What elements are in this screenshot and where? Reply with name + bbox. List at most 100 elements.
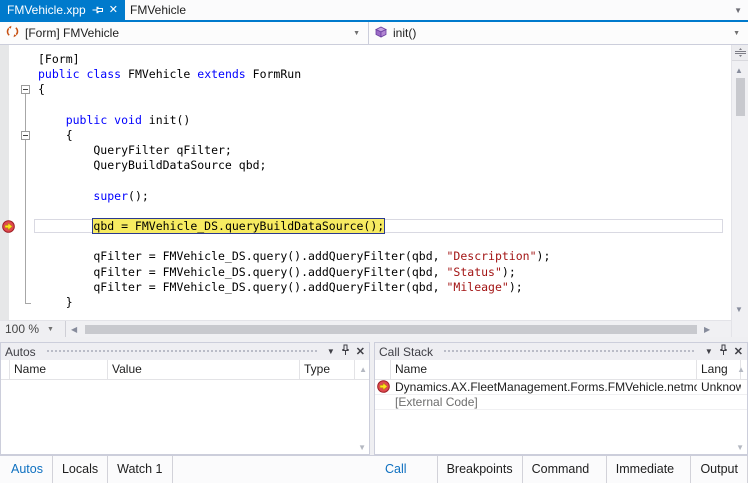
editor-vertical-scrollbar[interactable]: ▲ ▼ bbox=[731, 45, 748, 337]
code-text-area: [Form]public class FMVehicle extends For… bbox=[0, 52, 731, 310]
scroll-left-icon[interactable]: ◀ bbox=[71, 325, 77, 334]
tool-window-tab-bar: AutosLocalsWatch 1 Call StackBreakpoints… bbox=[0, 455, 748, 483]
code-line[interactable]: { bbox=[0, 128, 731, 143]
window-menu-chevron-icon[interactable]: ▼ bbox=[705, 347, 713, 356]
scroll-up-icon[interactable]: ▲ bbox=[737, 365, 745, 374]
scroll-down-icon[interactable]: ▼ bbox=[736, 443, 744, 452]
zoom-level-value: 100 % bbox=[5, 322, 39, 336]
pin-icon[interactable] bbox=[719, 344, 728, 359]
method-icon bbox=[375, 26, 387, 41]
scroll-up-icon[interactable]: ▲ bbox=[359, 365, 367, 374]
scroll-down-icon[interactable]: ▼ bbox=[735, 305, 743, 314]
code-segment: qFilter = FMVehicle_DS.query().addQueryF… bbox=[38, 249, 447, 263]
tool-tab-autos[interactable]: Autos bbox=[2, 456, 53, 483]
autos-panel-titlebar[interactable]: Autos ▼ ✕ bbox=[1, 343, 369, 360]
code-line[interactable]: QueryFilter qFilter; bbox=[0, 143, 731, 158]
tab-list-chevron-down-icon[interactable]: ▼ bbox=[734, 6, 742, 15]
code-line[interactable]: [Form] bbox=[0, 52, 731, 67]
column-header-type[interactable]: Type bbox=[300, 360, 355, 379]
right-tool-tabs: Call StackBreakpointsCommand Wi...Immedi… bbox=[376, 456, 748, 483]
horizontal-scroll-thumb[interactable] bbox=[85, 325, 697, 334]
code-line[interactable] bbox=[0, 234, 731, 249]
callstack-panel: Call Stack ▼ ✕ NameLang▲ Dynamics.AX.Flee… bbox=[374, 342, 748, 455]
tool-tab-call-stack[interactable]: Call Stack bbox=[376, 456, 438, 483]
editor-horizontal-scrollbar[interactable]: 100 % ▼ ◀ ▶ bbox=[0, 320, 731, 337]
callstack-grid: NameLang▲ Dynamics.AX.FleetManagement.For… bbox=[375, 360, 747, 410]
code-line[interactable]: qFilter = FMVehicle_DS.query().addQueryF… bbox=[0, 249, 731, 264]
vertical-scroll-thumb[interactable] bbox=[736, 78, 745, 116]
autos-grid: NameValueType ▲ bbox=[1, 360, 369, 380]
column-header-name[interactable]: Name bbox=[10, 360, 108, 379]
column-header-name[interactable]: Name bbox=[391, 360, 697, 379]
minus-glyph bbox=[23, 135, 28, 136]
table-row[interactable]: Dynamics.AX.FleetManagement.Forms.FMVehi… bbox=[375, 380, 747, 395]
code-segment: { bbox=[38, 82, 45, 96]
code-segment: (); bbox=[128, 189, 149, 203]
scroll-down-icon[interactable]: ▼ bbox=[358, 443, 366, 452]
code-line[interactable]: QueryBuildDataSource qbd; bbox=[0, 158, 731, 173]
splitter-grip-icon[interactable] bbox=[732, 45, 748, 61]
collapse-minus-icon[interactable] bbox=[21, 131, 30, 140]
chevron-down-icon: ▼ bbox=[47, 326, 54, 333]
code-line[interactable] bbox=[0, 204, 731, 219]
code-line[interactable]: } bbox=[0, 295, 731, 310]
grid-header-row: NameValueType ▲ bbox=[1, 360, 369, 380]
code-segment: [Form] bbox=[38, 52, 80, 66]
member-dropdown[interactable]: init() ▼ bbox=[369, 22, 748, 44]
code-line[interactable] bbox=[0, 98, 731, 113]
code-segment: qFilter = FMVehicle_DS.query().addQueryF… bbox=[38, 265, 447, 279]
code-segment: super bbox=[93, 189, 128, 203]
grid-gutter bbox=[375, 360, 391, 379]
callstack-panel-titlebar[interactable]: Call Stack ▼ ✕ bbox=[375, 343, 747, 360]
scroll-up-icon[interactable]: ▲ bbox=[735, 66, 743, 75]
code-segment: FormRun bbox=[253, 67, 301, 81]
table-row[interactable]: [External Code] bbox=[375, 395, 747, 410]
code-segment: public void bbox=[66, 113, 149, 127]
code-line[interactable]: public class FMVehicle extends FormRun bbox=[0, 67, 731, 82]
scroll-right-icon[interactable]: ▶ bbox=[704, 325, 710, 334]
autos-panel: Autos ▼ ✕ NameValueType ▲ ▼ bbox=[0, 342, 370, 455]
code-segment: } bbox=[38, 295, 73, 309]
current-frame-icon bbox=[377, 382, 390, 395]
code-line[interactable]: { bbox=[0, 82, 731, 97]
type-dropdown[interactable]: [Form] FMVehicle ▼ bbox=[0, 22, 369, 44]
code-line[interactable] bbox=[0, 174, 731, 189]
code-editor[interactable]: [Form]public class FMVehicle extends For… bbox=[0, 45, 731, 320]
type-dropdown-value: [Form] FMVehicle bbox=[25, 26, 119, 40]
code-segment: "Status" bbox=[447, 265, 502, 279]
code-line[interactable]: super(); bbox=[0, 189, 731, 204]
titlebar-grip bbox=[443, 349, 695, 354]
code-segment: ); bbox=[537, 249, 551, 263]
window-menu-chevron-icon[interactable]: ▼ bbox=[327, 347, 335, 356]
close-icon[interactable]: ✕ bbox=[734, 345, 743, 358]
titlebar-grip bbox=[46, 349, 317, 354]
tool-tab-locals[interactable]: Locals bbox=[53, 456, 108, 483]
editor-zoom-control[interactable]: 100 % ▼ bbox=[0, 321, 66, 337]
vs-debugger-window: FMVehicle.xpp ✕ FMVehicle ▼ [Form] FMVeh… bbox=[0, 0, 748, 483]
column-header-lang[interactable]: Lang bbox=[697, 360, 741, 379]
pin-icon[interactable] bbox=[91, 6, 103, 15]
code-segment: extends bbox=[197, 67, 252, 81]
code-line[interactable]: qbd = FMVehicle_DS.queryBuildDataSource(… bbox=[0, 219, 731, 234]
code-line[interactable]: qFilter = FMVehicle_DS.query().addQueryF… bbox=[0, 265, 731, 280]
tool-tab-command-wi[interactable]: Command Wi... bbox=[523, 456, 607, 483]
close-icon[interactable]: ✕ bbox=[356, 345, 365, 358]
tool-tab-immediate-wi[interactable]: Immediate Wi... bbox=[607, 456, 692, 483]
tool-tab-breakpoints[interactable]: Breakpoints bbox=[438, 456, 523, 483]
column-header-value[interactable]: Value bbox=[108, 360, 300, 379]
row-cell bbox=[697, 395, 741, 410]
pin-icon[interactable] bbox=[341, 344, 350, 359]
code-line[interactable]: qFilter = FMVehicle_DS.query().addQueryF… bbox=[0, 280, 731, 295]
collapse-minus-icon[interactable] bbox=[21, 85, 30, 94]
code-segment bbox=[38, 189, 93, 203]
doc-tab-fmvehicle-xpp[interactable]: FMVehicle.xpp ✕ bbox=[0, 0, 125, 20]
doc-tab-fmvehicle[interactable]: FMVehicle bbox=[122, 0, 194, 20]
code-segment: qFilter = FMVehicle_DS.query().addQueryF… bbox=[38, 280, 447, 294]
tool-tab-watch-1[interactable]: Watch 1 bbox=[108, 456, 172, 483]
row-gutter bbox=[375, 380, 391, 395]
close-icon[interactable]: ✕ bbox=[109, 5, 118, 16]
code-line[interactable]: public void init() bbox=[0, 113, 731, 128]
doc-tab-label: FMVehicle bbox=[130, 3, 186, 17]
chevron-down-icon: ▼ bbox=[733, 30, 740, 37]
tool-tab-output[interactable]: Output bbox=[691, 456, 748, 483]
